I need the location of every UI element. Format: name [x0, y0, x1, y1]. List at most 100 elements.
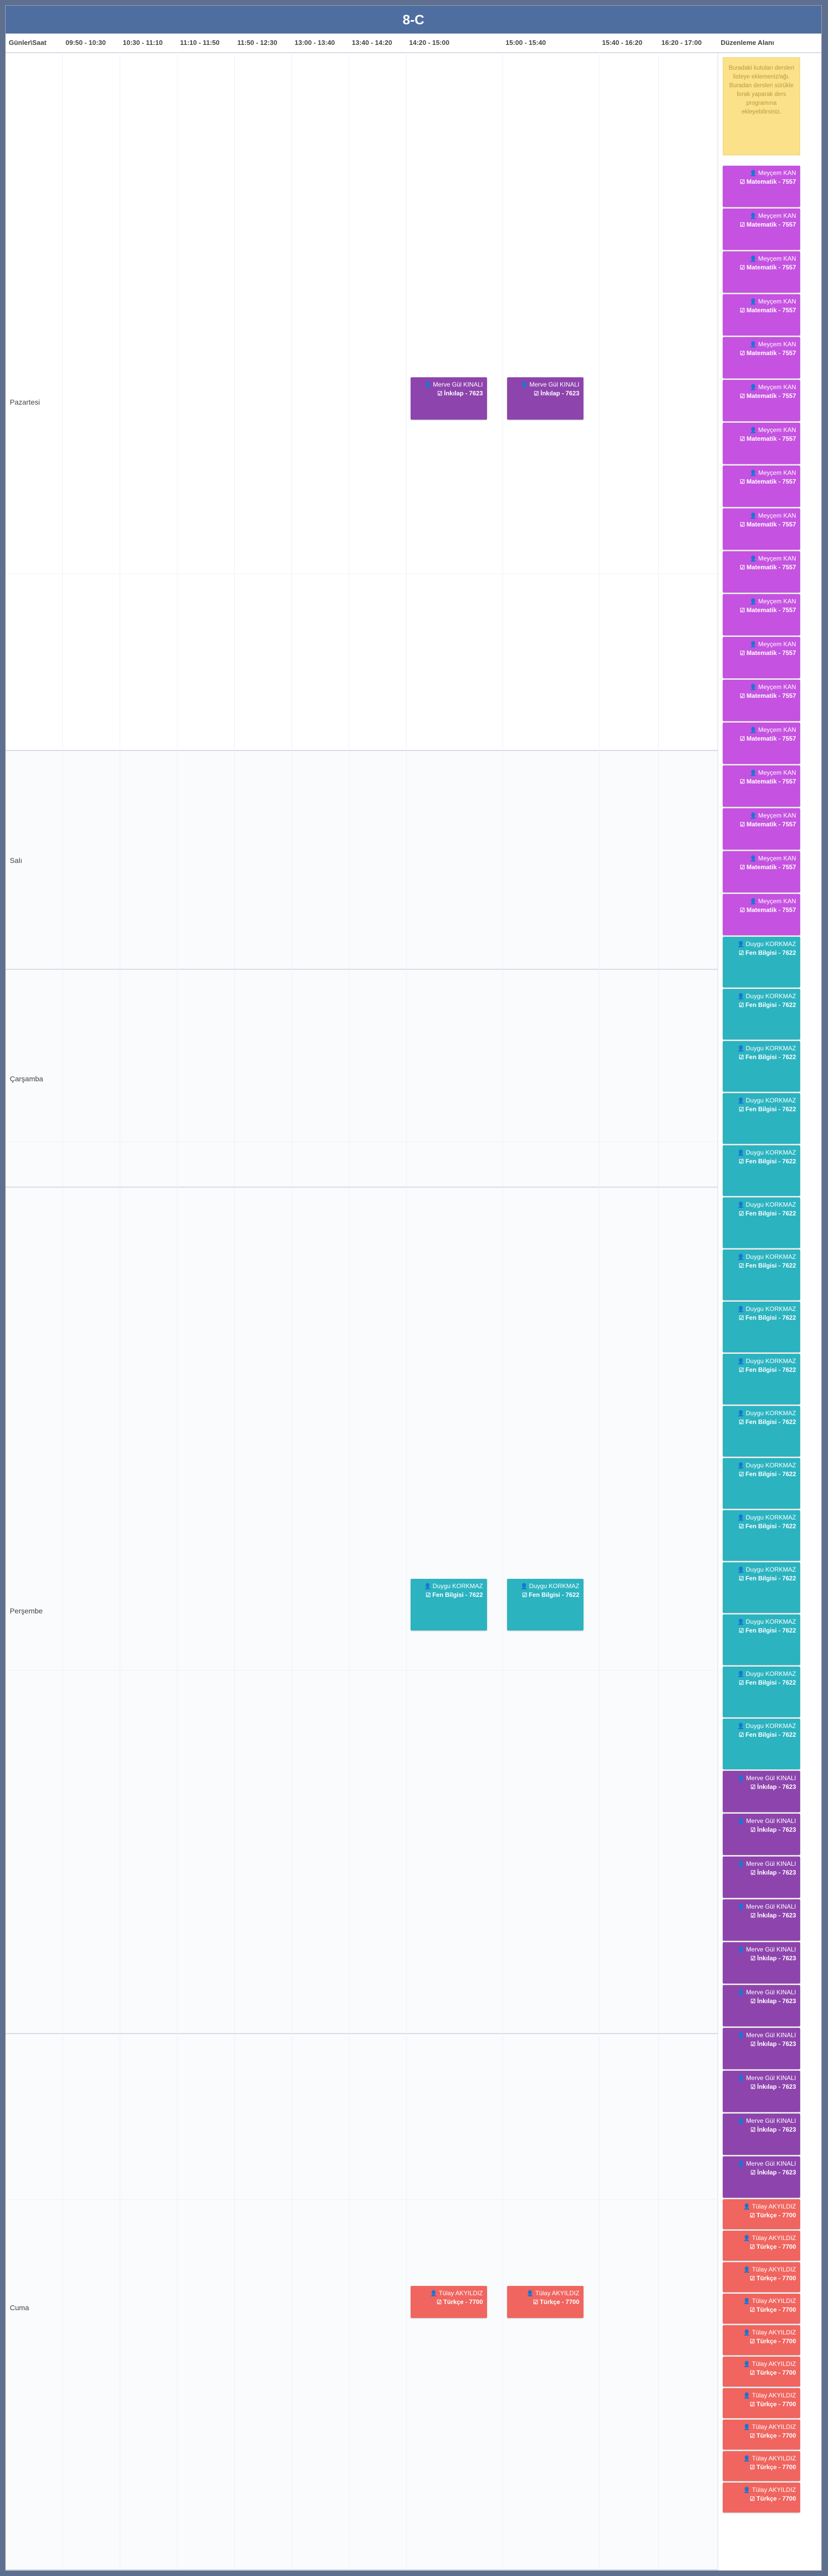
draggable-lesson-card[interactable]: 👤 Meyçem KAN ☑ Matematik - 7557: [723, 466, 800, 507]
draggable-lesson-card[interactable]: 👤 Duygu KORKMAZ ☑ Fen Bilgisi - 7622: [723, 1250, 800, 1300]
draggable-lesson-card[interactable]: 👤 Meyçem KAN ☑ Matematik - 7557: [723, 637, 800, 678]
draggable-lesson-card[interactable]: 👤 Merve Gül KINALI ☑ İnkılap - 7623: [723, 1814, 800, 1855]
draggable-lesson-card[interactable]: 👤 Meyçem KAN ☑ Matematik - 7557: [723, 337, 800, 378]
draggable-lesson-card[interactable]: 👤 Meyçem KAN ☑ Matematik - 7557: [723, 251, 800, 293]
teacher-name: Tülay AKYILDIZ: [439, 2290, 483, 2297]
teacher-name: Merve Gül KINALI: [746, 1903, 796, 1910]
lesson-card[interactable]: 👤 Duygu KORKMAZ ☑ Fen Bilgisi - 7622: [507, 1579, 583, 1630]
header-edit-area: Düzenleme Alanı: [721, 39, 774, 46]
checkbox-icon: ☑: [533, 2299, 539, 2306]
subject-name: Fen Bilgisi - 7622: [745, 1418, 796, 1426]
lesson-card[interactable]: 👤 Duygu KORKMAZ ☑ Fen Bilgisi - 7622: [411, 1579, 487, 1630]
teacher-name: Meyçem KAN: [758, 169, 796, 177]
user-icon: 👤: [749, 813, 757, 819]
draggable-lesson-card[interactable]: 👤 Duygu KORKMAZ ☑ Fen Bilgisi - 7622: [723, 937, 800, 987]
subject-name: İnkılap - 7623: [757, 1997, 796, 2005]
subject-name: Matematik - 7557: [746, 735, 796, 742]
subject-name: Fen Bilgisi - 7622: [745, 1679, 796, 1686]
teacher-name: Duygu KORKMAZ: [745, 1045, 796, 1052]
teacher-name: Duygu KORKMAZ: [529, 1582, 579, 1590]
draggable-lesson-card[interactable]: 👤 Meyçem KAN ☑ Matematik - 7557: [723, 423, 800, 464]
draggable-lesson-card[interactable]: 👤 Tülay AKYILDIZ ☑ Türkçe - 7700: [723, 2451, 800, 2481]
draggable-lesson-card[interactable]: 👤 Tülay AKYILDIZ ☑ Türkçe - 7700: [723, 2294, 800, 2324]
checkbox-icon: ☑: [739, 1524, 744, 1530]
draggable-lesson-card[interactable]: 👤 Duygu KORKMAZ ☑ Fen Bilgisi - 7622: [723, 1614, 800, 1665]
subject-name: Matematik - 7557: [746, 392, 796, 399]
lesson-card[interactable]: 👤 Merve Gül KINALI ☑ İnkılap - 7623: [507, 377, 583, 420]
checkbox-icon: ☑: [750, 2041, 756, 2047]
draggable-lesson-card[interactable]: 👤 Merve Gül KINALI ☑ İnkılap - 7623: [723, 2028, 800, 2069]
draggable-lesson-card[interactable]: 👤 Merve Gül KINALI ☑ İnkılap - 7623: [723, 1771, 800, 1812]
draggable-lesson-card[interactable]: 👤 Duygu KORKMAZ ☑ Fen Bilgisi - 7622: [723, 1667, 800, 1717]
draggable-lesson-card[interactable]: 👤 Meyçem KAN ☑ Matematik - 7557: [723, 209, 800, 250]
day-label: Çarşamba: [10, 1075, 43, 1083]
draggable-lesson-card[interactable]: 👤 Meyçem KAN ☑ Matematik - 7557: [723, 723, 800, 764]
draggable-lesson-card[interactable]: 👤 Meyçem KAN ☑ Matematik - 7557: [723, 294, 800, 335]
draggable-lesson-card[interactable]: 👤 Duygu KORKMAZ ☑ Fen Bilgisi - 7622: [723, 1302, 800, 1352]
draggable-lesson-card[interactable]: 👤 Duygu KORKMAZ ☑ Fen Bilgisi - 7622: [723, 1562, 800, 1613]
subject-name: Fen Bilgisi - 7622: [745, 1575, 796, 1582]
user-icon: 👤: [743, 2330, 751, 2336]
lesson-card[interactable]: 👤 Tülay AKYILDIZ ☑ Türkçe - 7700: [507, 2286, 583, 2318]
draggable-lesson-card[interactable]: 👤 Meyçem KAN ☑ Matematik - 7557: [723, 894, 800, 935]
checkbox-icon: ☑: [739, 1159, 744, 1165]
day-row-tuesday: Salı: [6, 751, 718, 970]
draggable-lesson-card[interactable]: 👤 Tülay AKYILDIZ ☑ Türkçe - 7700: [723, 2262, 800, 2292]
subject-name: İnkılap - 7623: [540, 390, 579, 397]
subject-name: Fen Bilgisi - 7622: [745, 949, 796, 956]
user-icon: 👤: [737, 1254, 744, 1260]
draggable-lesson-card[interactable]: 👤 Duygu KORKMAZ ☑ Fen Bilgisi - 7622: [723, 1197, 800, 1248]
draggable-lesson-card[interactable]: 👤 Meyçem KAN ☑ Matematik - 7557: [723, 594, 800, 635]
teacher-name: Meyçem KAN: [758, 383, 796, 391]
draggable-lesson-card[interactable]: 👤 Duygu KORKMAZ ☑ Fen Bilgisi - 7622: [723, 989, 800, 1039]
checkbox-icon: ☑: [740, 522, 745, 528]
draggable-lesson-card[interactable]: 👤 Meyçem KAN ☑ Matematik - 7557: [723, 851, 800, 892]
checkbox-icon: ☑: [750, 1827, 756, 1833]
draggable-lesson-card[interactable]: 👤 Duygu KORKMAZ ☑ Fen Bilgisi - 7622: [723, 1354, 800, 1404]
draggable-lesson-card[interactable]: 👤 Duygu KORKMAZ ☑ Fen Bilgisi - 7622: [723, 1145, 800, 1196]
user-icon: 👤: [749, 684, 757, 691]
draggable-lesson-card[interactable]: 👤 Tülay AKYILDIZ ☑ Türkçe - 7700: [723, 2357, 800, 2387]
draggable-lesson-card[interactable]: 👤 Merve Gül KINALI ☑ İnkılap - 7623: [723, 1985, 800, 2026]
checkbox-icon: ☑: [740, 436, 745, 442]
checkbox-icon: ☑: [750, 2213, 755, 2219]
draggable-lesson-card[interactable]: 👤 Meyçem KAN ☑ Matematik - 7557: [723, 765, 800, 807]
draggable-lesson-card[interactable]: 👤 Merve Gül KINALI ☑ İnkılap - 7623: [723, 1942, 800, 1983]
subject-name: Fen Bilgisi - 7622: [745, 1523, 796, 1530]
checkbox-icon: ☑: [533, 391, 539, 397]
draggable-lesson-card[interactable]: 👤 Duygu KORKMAZ ☑ Fen Bilgisi - 7622: [723, 1406, 800, 1457]
draggable-lesson-card[interactable]: 👤 Tülay AKYILDIZ ☑ Türkçe - 7700: [723, 2199, 800, 2229]
subject-name: Matematik - 7557: [746, 606, 796, 614]
user-icon: 👤: [737, 2118, 745, 2124]
checkbox-icon: ☑: [522, 1592, 527, 1598]
draggable-lesson-card[interactable]: 👤 Duygu KORKMAZ ☑ Fen Bilgisi - 7622: [723, 1510, 800, 1561]
draggable-lesson-card[interactable]: 👤 Merve Gül KINALI ☑ İnkılap - 7623: [723, 2114, 800, 2155]
draggable-lesson-card[interactable]: 👤 Merve Gül KINALI ☑ İnkılap - 7623: [723, 2071, 800, 2112]
lesson-card[interactable]: 👤 Merve Gül KINALI ☑ İnkılap - 7623: [411, 377, 487, 420]
draggable-lesson-card[interactable]: 👤 Meyçem KAN ☑ Matematik - 7557: [723, 680, 800, 721]
draggable-lesson-card[interactable]: 👤 Tülay AKYILDIZ ☑ Türkçe - 7700: [723, 2325, 800, 2355]
draggable-lesson-card[interactable]: 👤 Tülay AKYILDIZ ☑ Türkçe - 7700: [723, 2420, 800, 2450]
draggable-lesson-card[interactable]: 👤 Duygu KORKMAZ ☑ Fen Bilgisi - 7622: [723, 1458, 800, 1509]
draggable-lesson-card[interactable]: 👤 Tülay AKYILDIZ ☑ Türkçe - 7700: [723, 2388, 800, 2418]
draggable-lesson-card[interactable]: 👤 Meyçem KAN ☑ Matematik - 7557: [723, 166, 800, 207]
draggable-lesson-card[interactable]: 👤 Duygu KORKMAZ ☑ Fen Bilgisi - 7622: [723, 1041, 800, 1092]
user-icon: 👤: [737, 1723, 744, 1730]
teacher-name: Merve Gül KINALI: [746, 2160, 796, 2167]
draggable-lesson-card[interactable]: 👤 Merve Gül KINALI ☑ İnkılap - 7623: [723, 2156, 800, 2198]
draggable-lesson-card[interactable]: 👤 Meyçem KAN ☑ Matematik - 7557: [723, 808, 800, 850]
draggable-lesson-card[interactable]: 👤 Meyçem KAN ☑ Matematik - 7557: [723, 508, 800, 550]
draggable-lesson-card[interactable]: 👤 Meyçem KAN ☑ Matematik - 7557: [723, 551, 800, 593]
draggable-lesson-card[interactable]: 👤 Duygu KORKMAZ ☑ Fen Bilgisi - 7622: [723, 1093, 800, 1144]
checkbox-icon: ☑: [740, 350, 745, 357]
draggable-lesson-card[interactable]: 👤 Merve Gül KINALI ☑ İnkılap - 7623: [723, 1899, 800, 1941]
subject-name: Fen Bilgisi - 7622: [745, 1314, 796, 1321]
draggable-lesson-card[interactable]: 👤 Merve Gül KINALI ☑ İnkılap - 7623: [723, 1857, 800, 1898]
draggable-lesson-card[interactable]: 👤 Tülay AKYILDIZ ☑ Türkçe - 7700: [723, 2483, 800, 2513]
subject-name: İnkılap - 7623: [757, 2169, 796, 2176]
draggable-lesson-card[interactable]: 👤 Tülay AKYILDIZ ☑ Türkçe - 7700: [723, 2231, 800, 2261]
draggable-lesson-card[interactable]: 👤 Meyçem KAN ☑ Matematik - 7557: [723, 380, 800, 421]
draggable-lesson-card[interactable]: 👤 Duygu KORKMAZ ☑ Fen Bilgisi - 7622: [723, 1719, 800, 1769]
lesson-card[interactable]: 👤 Tülay AKYILDIZ ☑ Türkçe - 7700: [411, 2286, 487, 2318]
checkbox-icon: ☑: [750, 2127, 756, 2133]
